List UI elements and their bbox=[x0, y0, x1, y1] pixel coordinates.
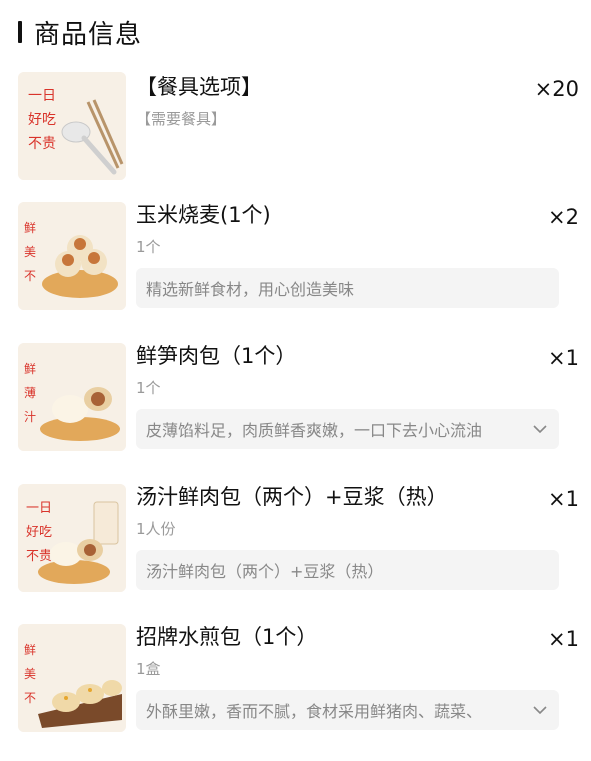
order-item-soup-bun-combo[interactable]: 一日 好吃 不贵 汤汁鲜肉包（两个）+豆浆（热） 1人份 汤汁鲜肉包（两个）+豆… bbox=[18, 482, 583, 602]
item-info: 【餐具选项】 【需要餐具】 bbox=[136, 72, 583, 130]
item-spec: 1个 bbox=[136, 379, 161, 397]
item-description-text: 外酥里嫩，香而不腻，食材采用鲜猪肉、蔬菜、 bbox=[146, 702, 483, 721]
svg-text:好吃: 好吃 bbox=[28, 112, 56, 128]
order-item-fried-bun[interactable]: 鲜 美 不 招牌水煎包（1个） 1盒 外酥里嫩，香而不腻，食材采用鲜猪肉、蔬菜、… bbox=[18, 622, 583, 742]
svg-text:美: 美 bbox=[24, 245, 36, 259]
section-title: 商品信息 bbox=[34, 19, 143, 50]
order-item-bamboo-shoot-bun[interactable]: 鲜 薄 汁 鲜笋肉包（1个） 1个 皮薄馅料足，肉质鲜香爽嫩，一口下去小心流油 … bbox=[18, 341, 583, 461]
item-description: 精选新鲜食材，用心创造美味 bbox=[136, 268, 559, 308]
item-spec: 1个 bbox=[136, 238, 161, 256]
item-info: 鲜笋肉包（1个） 1个 皮薄馅料足，肉质鲜香爽嫩，一口下去小心流油 bbox=[136, 341, 583, 449]
svg-text:鲜: 鲜 bbox=[24, 362, 36, 376]
bun-and-soymilk-thumbnail: 一日 好吃 不贵 bbox=[18, 484, 126, 592]
item-spec: 【需要餐具】 bbox=[136, 110, 227, 128]
item-spec: 1人份 bbox=[136, 520, 176, 538]
item-description: 汤汁鲜肉包（两个）+豆浆（热） bbox=[136, 550, 559, 590]
item-name: 汤汁鲜肉包（两个）+豆浆（热） bbox=[136, 485, 448, 509]
svg-text:鲜: 鲜 bbox=[24, 221, 36, 235]
item-quantity: ×1 bbox=[548, 487, 579, 511]
fried-bun-icon: 鲜 美 不 bbox=[18, 624, 126, 732]
bun-thumbnail: 鲜 薄 汁 bbox=[18, 343, 126, 451]
svg-text:一日: 一日 bbox=[28, 88, 56, 104]
item-info: 招牌水煎包（1个） 1盒 外酥里嫩，香而不腻，食材采用鲜猪肉、蔬菜、 bbox=[136, 622, 583, 730]
item-description-text: 汤汁鲜肉包（两个）+豆浆（热） bbox=[146, 562, 384, 581]
bun-and-soymilk-icon: 一日 好吃 不贵 bbox=[18, 484, 126, 592]
item-description[interactable]: 外酥里嫩，香而不腻，食材采用鲜猪肉、蔬菜、 bbox=[136, 690, 559, 730]
order-item-cutlery[interactable]: 一日 好吃 不贵 【餐具选项】 【需要餐具】 ×20 bbox=[18, 72, 583, 182]
svg-text:美: 美 bbox=[24, 667, 36, 681]
svg-text:不: 不 bbox=[24, 691, 36, 705]
order-item-shaomai[interactable]: 鲜 美 不 玉米烧麦(1个) 1个 精选新鲜食材，用心创造美味 ×2 bbox=[18, 200, 583, 320]
item-quantity: ×1 bbox=[548, 346, 579, 370]
svg-text:薄: 薄 bbox=[24, 385, 36, 400]
svg-text:汁: 汁 bbox=[24, 410, 36, 424]
svg-text:不贵: 不贵 bbox=[26, 549, 52, 564]
item-quantity: ×20 bbox=[534, 77, 579, 101]
chevron-down-icon[interactable] bbox=[531, 701, 549, 719]
item-quantity: ×2 bbox=[548, 205, 579, 229]
svg-text:好吃: 好吃 bbox=[26, 524, 52, 540]
item-description[interactable]: 皮薄馅料足，肉质鲜香爽嫩，一口下去小心流油 bbox=[136, 409, 559, 449]
item-info: 玉米烧麦(1个) 1个 精选新鲜食材，用心创造美味 bbox=[136, 200, 583, 308]
chevron-down-icon[interactable] bbox=[531, 420, 549, 438]
item-info: 汤汁鲜肉包（两个）+豆浆（热） 1人份 汤汁鲜肉包（两个）+豆浆（热） bbox=[136, 482, 583, 590]
item-description-text: 皮薄馅料足，肉质鲜香爽嫩，一口下去小心流油 bbox=[146, 421, 483, 440]
fried-bun-thumbnail: 鲜 美 不 bbox=[18, 624, 126, 732]
item-quantity: ×1 bbox=[548, 627, 579, 651]
section-header: 商品信息 bbox=[18, 14, 142, 50]
section-accent-bar bbox=[18, 21, 22, 43]
cutlery-icon: 一日 好吃 不贵 bbox=[18, 72, 126, 180]
shaomai-thumbnail: 鲜 美 不 bbox=[18, 202, 126, 310]
item-description-text: 精选新鲜食材，用心创造美味 bbox=[146, 280, 355, 299]
item-name: 鲜笋肉包（1个） bbox=[136, 344, 297, 368]
item-name: 玉米烧麦(1个) bbox=[136, 203, 271, 227]
svg-text:一日: 一日 bbox=[26, 501, 52, 516]
bun-icon: 鲜 薄 汁 bbox=[18, 343, 126, 451]
svg-text:不: 不 bbox=[24, 269, 36, 283]
item-name: 【餐具选项】 bbox=[136, 75, 262, 99]
cutlery-thumbnail: 一日 好吃 不贵 bbox=[18, 72, 126, 180]
svg-text:不贵: 不贵 bbox=[28, 136, 56, 152]
shaomai-icon: 鲜 美 不 bbox=[18, 202, 126, 310]
item-name: 招牌水煎包（1个） bbox=[136, 625, 318, 649]
svg-text:鲜: 鲜 bbox=[24, 643, 36, 657]
item-spec: 1盒 bbox=[136, 660, 161, 678]
